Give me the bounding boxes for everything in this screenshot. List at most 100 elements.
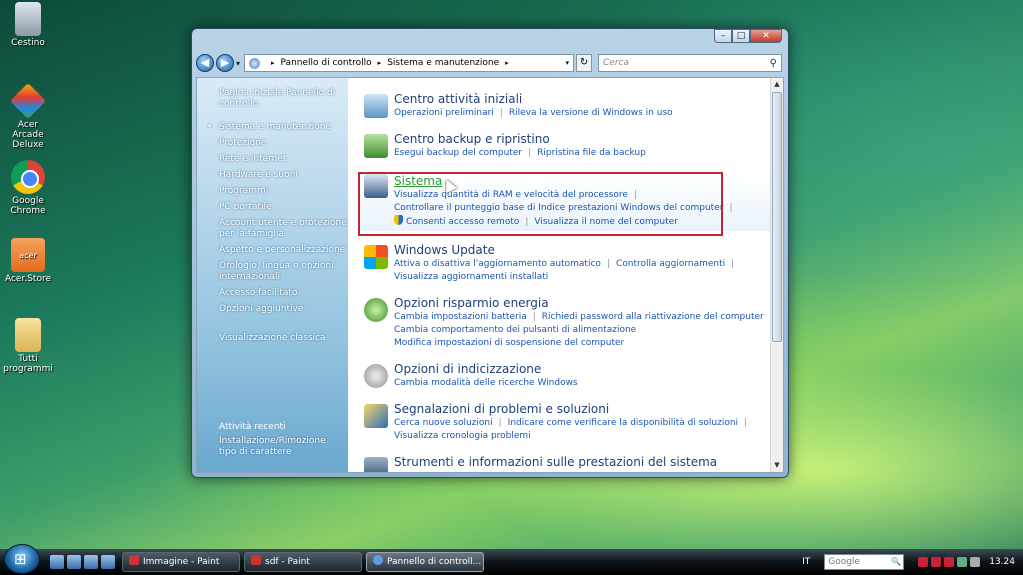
breadcrumb-separator-icon[interactable]: ▸ (505, 59, 509, 67)
sidebar-item-ease-of-access[interactable]: Accesso facilitato (219, 288, 348, 299)
vertical-scrollbar[interactable]: ▲ ▼ (770, 78, 783, 472)
problem-reports-icon (364, 404, 388, 428)
desktop-icon-acer-arcade[interactable]: Acer Arcade Deluxe (2, 82, 54, 150)
search-placeholder: Cerca (603, 58, 630, 68)
minimize-button[interactable]: – (714, 29, 732, 43)
category-welcome-center: Centro attività iniziali Operazioni prel… (364, 92, 783, 120)
task-link[interactable]: Visualizza cronologia problemi (394, 431, 531, 441)
breadcrumb-separator-icon[interactable]: ▸ (271, 59, 275, 67)
close-button[interactable]: ✕ (750, 29, 782, 43)
task-link[interactable]: Attiva o disattiva l'aggiornamento autom… (394, 259, 601, 269)
sidebar-item-mobile-pc[interactable]: PC portatile (219, 202, 348, 213)
performance-icon (364, 457, 388, 472)
desktop-icon-acer-store[interactable]: Acer.Store (2, 238, 54, 284)
task-link[interactable]: Indicare come verificare la disponibilit… (508, 418, 738, 428)
window-content: Pagina iniziale Pannello di controllo Si… (196, 77, 784, 473)
category-title[interactable]: Opzioni di indicizzazione (394, 362, 783, 377)
task-link[interactable]: Modifica impostazioni di sospensione del… (394, 338, 624, 348)
recent-task-link[interactable]: Installazione/Rimozione tipo di caratter… (219, 436, 344, 458)
back-arrow-icon[interactable]: ◀ (196, 54, 214, 72)
tray-app-icon[interactable] (944, 557, 955, 567)
desktop-icon-chrome[interactable]: Google Chrome (2, 160, 54, 216)
internet-explorer-icon[interactable] (84, 555, 98, 569)
show-desktop-icon[interactable] (50, 555, 64, 569)
category-title[interactable]: Opzioni risparmio energia (394, 296, 783, 311)
task-link[interactable]: Esegui backup del computer (394, 148, 522, 158)
classic-view-link[interactable]: Visualizzazione classica (219, 333, 348, 344)
taskbar-task-control-panel[interactable]: Pannello di controll... (366, 552, 484, 572)
task-link[interactable]: Rileva la versione di Windows in uso (509, 108, 673, 118)
task-link[interactable]: Cambia comportamento dei pulsanti di ali… (394, 325, 636, 335)
sidebar-item-security[interactable]: Protezione (219, 138, 348, 149)
forward-arrow-icon[interactable]: ▶ (216, 54, 234, 72)
switch-windows-icon[interactable] (67, 555, 81, 569)
task-link[interactable]: Cambia impostazioni batteria (394, 312, 527, 322)
scroll-down-icon[interactable]: ▼ (771, 459, 783, 472)
desktop-icon-label: Cestino (11, 38, 45, 48)
network-icon[interactable] (957, 557, 968, 567)
task-link[interactable]: Cerca nuove soluzioni (394, 418, 493, 428)
tray-app-icon[interactable] (931, 557, 942, 567)
breadcrumb-system-maintenance[interactable]: Sistema e manutenzione (387, 58, 499, 68)
taskbar-search-input[interactable]: Google (824, 554, 905, 570)
breadcrumb-control-panel[interactable]: Pannello di controllo (281, 58, 372, 68)
history-dropdown-icon[interactable]: ▾ (236, 59, 240, 68)
scroll-up-icon[interactable]: ▲ (771, 78, 783, 91)
maximize-button[interactable]: □ (732, 29, 750, 43)
task-link[interactable]: Cambia modalità delle ricerche Windows (394, 378, 578, 388)
tray-icons (918, 557, 983, 567)
desktop-icon-all-programs[interactable]: Tutti programmi (2, 318, 54, 374)
task-link[interactable]: Visualizza aggiornamenti installati (394, 272, 548, 282)
category-indexing: Opzioni di indicizzazione Cambia modalit… (364, 362, 783, 390)
address-dropdown-icon[interactable]: ▾ (566, 59, 570, 67)
search-input[interactable]: Cerca ⚲ (598, 54, 782, 72)
taskbar: Immagine - Paint sdf - Paint Pannello di… (0, 544, 1023, 575)
task-link[interactable]: Operazioni preliminari (394, 108, 494, 118)
windows-update-icon (364, 245, 388, 269)
sidebar-item-system-maintenance[interactable]: Sistema e manutenzione (207, 122, 348, 133)
sidebar-item-programs[interactable]: Programmi (219, 186, 348, 197)
welcome-center-icon (364, 94, 388, 118)
power-icon (364, 298, 388, 322)
start-button[interactable] (4, 544, 40, 574)
clock[interactable]: 13.24 (989, 557, 1015, 567)
task-link[interactable]: Ripristina file da backup (537, 148, 646, 158)
category-title[interactable]: Segnalazioni di problemi e soluzioni (394, 402, 783, 417)
recent-tasks-heading: Attività recenti (219, 422, 286, 432)
category-title[interactable]: Strumenti e informazioni sulle prestazio… (394, 455, 783, 470)
highlight-frame (358, 172, 723, 236)
taskbar-task-paint-image[interactable]: Immagine - Paint (122, 552, 240, 572)
sidebar: Pagina iniziale Pannello di controllo Si… (197, 78, 348, 472)
window-controls: – □ ✕ (714, 29, 782, 43)
navigation-bar: ◀ ▶ ▾ ▸ Pannello di controllo ▸ Sistema … (196, 51, 782, 75)
scrollbar-thumb[interactable] (772, 92, 782, 342)
refresh-icon[interactable]: ↻ (576, 54, 593, 72)
sidebar-item-network[interactable]: Rete e Internet (219, 154, 348, 165)
language-indicator[interactable]: IT (802, 557, 810, 567)
category-title[interactable]: Windows Update (394, 243, 783, 258)
address-bar[interactable]: ▸ Pannello di controllo ▸ Sistema e manu… (244, 54, 575, 72)
sidebar-home-link[interactable]: Pagina iniziale Pannello di controllo (219, 88, 348, 110)
system-tray: IT Google 13.24 (802, 549, 1023, 575)
desktop-icon-label: Tutti programmi (3, 354, 53, 374)
taskbar-task-paint-sdf[interactable]: sdf - Paint (244, 552, 362, 572)
tray-app-icon[interactable] (918, 557, 929, 567)
category-title[interactable]: Centro attività iniziali (394, 92, 783, 107)
task-link[interactable]: Richiedi password alla riattivazione del… (542, 312, 764, 322)
volume-icon[interactable] (970, 557, 981, 567)
main-panel: Centro attività iniziali Operazioni prel… (348, 78, 783, 472)
task-label: sdf - Paint (265, 557, 310, 567)
task-link[interactable]: Controlla aggiornamenti (616, 259, 725, 269)
breadcrumb-separator-icon[interactable]: ▸ (378, 59, 382, 67)
sidebar-item-appearance[interactable]: Aspetto e personalizzazione (219, 245, 348, 256)
sidebar-item-user-accounts[interactable]: Account utente e protezione per la famig… (219, 218, 348, 240)
sidebar-item-hardware[interactable]: Hardware e suoni (219, 170, 348, 181)
search-icon[interactable]: ⚲ (770, 58, 777, 69)
desktop-icon-recycle-bin[interactable]: Cestino (2, 2, 54, 48)
sidebar-item-additional-options[interactable]: Opzioni aggiuntive (219, 304, 348, 315)
magnifier-icon (364, 364, 388, 388)
sidebar-item-clock-language[interactable]: Orologio, lingua e opzioni internazional… (219, 261, 348, 283)
chrome-icon[interactable] (101, 555, 115, 569)
chrome-icon (11, 160, 45, 194)
category-title[interactable]: Centro backup e ripristino (394, 132, 783, 147)
